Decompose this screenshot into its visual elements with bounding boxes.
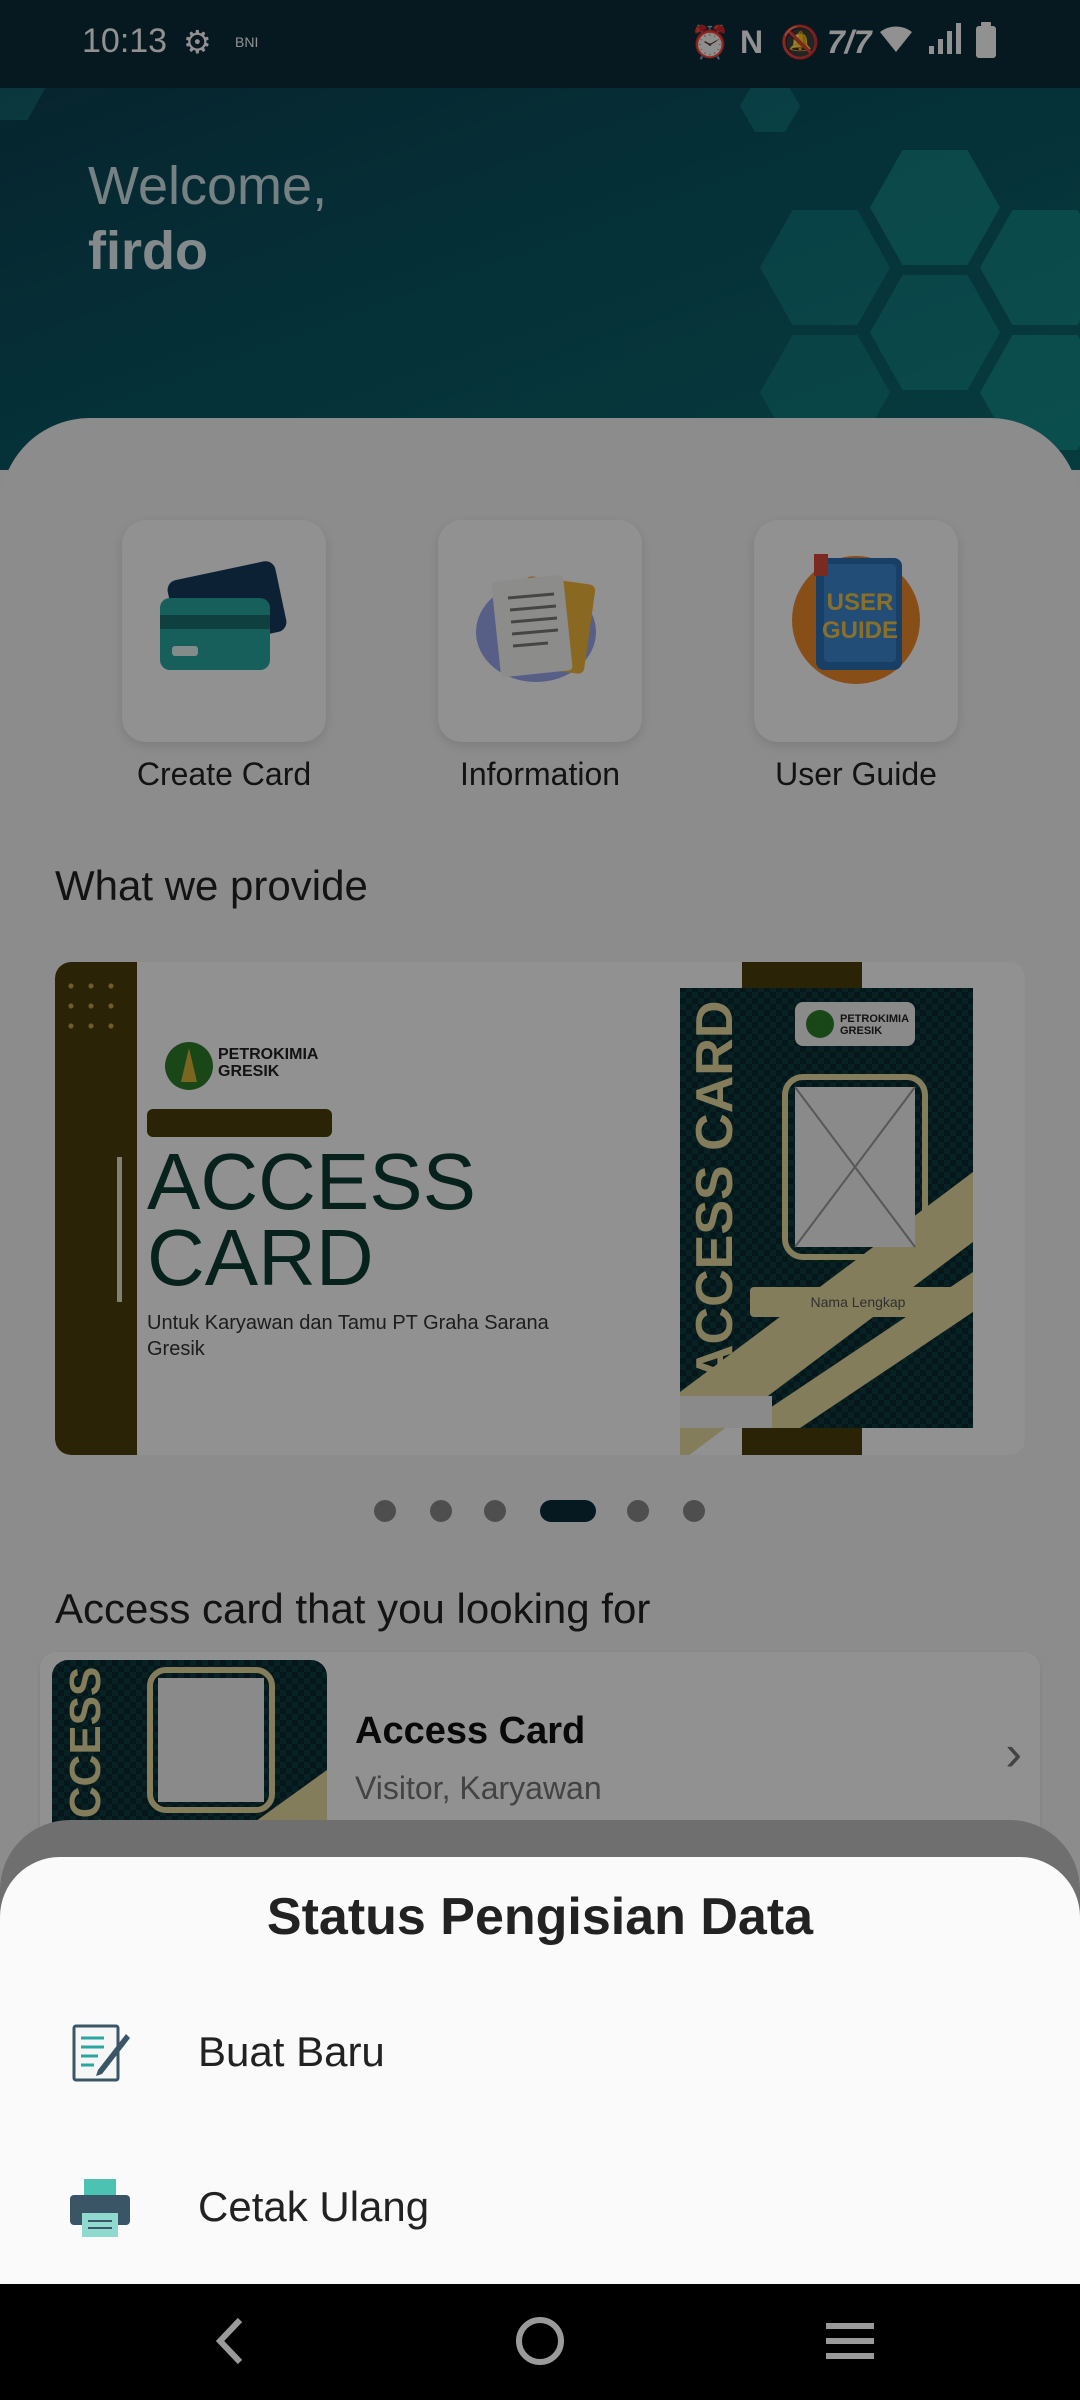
app-screen: Welcome, firdo 10:13 ⚙ BNI ⏰ N 🔕 7/7 Cre…: [0, 0, 1080, 2400]
printer-icon: [70, 2179, 130, 2237]
home-icon[interactable]: [500, 2306, 580, 2376]
option-label: Cetak Ulang: [198, 2183, 430, 2230]
option-buat-baru[interactable]: Buat Baru: [0, 1992, 1080, 2112]
edit-document-icon: [72, 2024, 130, 2082]
option-cetak-ulang[interactable]: Cetak Ulang: [0, 2147, 1080, 2267]
status-bottom-sheet: Status Pengisian Data Buat Baru Cetak Ul…: [0, 1857, 1080, 2284]
back-icon[interactable]: [190, 2306, 270, 2376]
system-nav-bar: [0, 2284, 1080, 2400]
option-label: Buat Baru: [198, 2028, 385, 2075]
sheet-title: Status Pengisian Data: [266, 1888, 814, 1946]
recent-apps-icon[interactable]: [810, 2306, 890, 2376]
